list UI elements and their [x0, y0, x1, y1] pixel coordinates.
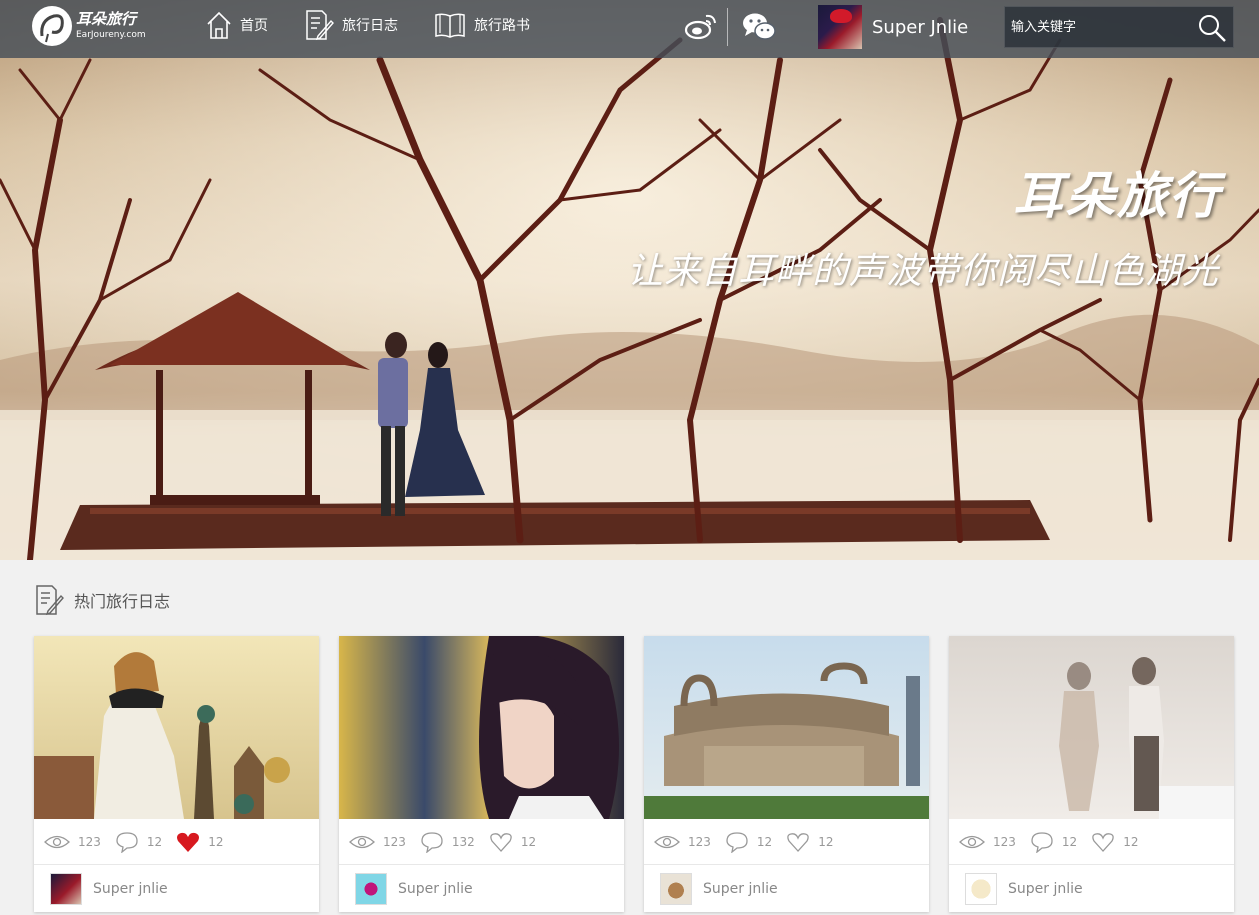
hero-banner: 耳朵旅行 让来自耳畔的声波带你阅尽山色湖光 [0, 0, 1259, 560]
comment-count[interactable]: 12 [1030, 831, 1077, 853]
site-logo[interactable]: 耳朵旅行 EarJoureny.com [32, 4, 146, 48]
heart-outline-icon [490, 832, 512, 852]
card-stats: 123 12 12 [949, 819, 1234, 865]
wechat-icon [743, 13, 776, 40]
top-navigation-bar: 耳朵旅行 EarJoureny.com 首页 旅行日志 旅行路书 Super J… [0, 0, 1259, 58]
view-count[interactable]: 123 [349, 834, 406, 850]
author-name: Super jnlie [703, 880, 778, 897]
like-button[interactable]: 12 [1091, 831, 1138, 853]
eye-icon [654, 835, 680, 848]
heart-outline-icon [787, 832, 809, 852]
card-stats: 123 12 12 [644, 819, 929, 865]
section-header: 热门旅行日志 [34, 584, 170, 616]
comment-count[interactable]: 12 [115, 831, 162, 853]
view-count[interactable]: 123 [44, 834, 101, 850]
author-name: Super jnlie [398, 880, 473, 897]
nav-item-roadbook[interactable]: 旅行路书 [434, 8, 530, 42]
heart-outline-icon [1092, 832, 1114, 852]
comment-count-value: 12 [146, 834, 163, 849]
nav-item-home[interactable]: 首页 [206, 8, 268, 42]
home-icon [207, 11, 231, 39]
comment-count-value: 12 [1061, 834, 1078, 849]
user-name: Super Jnlie [872, 16, 969, 38]
author-name: Super jnlie [1008, 880, 1083, 897]
author-avatar [965, 872, 997, 905]
wechat-button[interactable] [742, 12, 776, 46]
card-image[interactable] [949, 636, 1234, 819]
view-count-value: 123 [383, 834, 406, 849]
comment-count[interactable]: 132 [420, 831, 475, 853]
like-button[interactable]: 12 [176, 831, 223, 853]
author-avatar [355, 872, 387, 905]
nav-item-journal[interactable]: 旅行日志 [304, 8, 398, 42]
journal-card[interactable]: 123 12 12 Super jnlie [34, 636, 319, 912]
journal-icon [36, 585, 64, 616]
logo-domain: EarJoureny.com [76, 30, 146, 40]
logo-emblem-icon [32, 6, 72, 46]
like-count-value: 12 [208, 834, 224, 849]
book-icon [435, 13, 465, 38]
card-author[interactable]: Super jnlie [339, 865, 624, 912]
nav-item-roadbook-label: 旅行路书 [474, 18, 530, 34]
comment-count-value: 12 [756, 834, 773, 849]
view-count[interactable]: 123 [959, 834, 1016, 850]
heart-filled-icon [177, 832, 200, 852]
search-icon [1199, 15, 1226, 42]
view-count[interactable]: 123 [654, 834, 711, 850]
weibo-icon [684, 14, 716, 40]
hero-title: 耳朵旅行 [1013, 167, 1221, 225]
search-input[interactable] [1011, 7, 1197, 47]
comment-icon [116, 831, 138, 853]
card-author[interactable]: Super jnlie [644, 865, 929, 912]
card-image[interactable] [339, 636, 624, 819]
card-author[interactable]: Super jnlie [34, 865, 319, 912]
author-avatar [50, 872, 82, 905]
section-title: 热门旅行日志 [74, 592, 171, 611]
search-box [1004, 6, 1234, 48]
journal-icon [306, 10, 334, 41]
eye-icon [349, 835, 375, 848]
author-name: Super jnlie [93, 880, 168, 897]
like-count-value: 12 [520, 834, 537, 849]
like-count-value: 12 [818, 834, 834, 849]
comment-icon [1031, 831, 1053, 853]
user-avatar [818, 5, 862, 49]
eye-icon [44, 835, 70, 848]
nav-divider [727, 8, 728, 46]
nav-item-home-label: 首页 [240, 18, 268, 34]
comment-count[interactable]: 12 [725, 831, 772, 853]
like-button[interactable]: 12 [489, 831, 536, 853]
view-count-value: 123 [688, 834, 711, 849]
journal-card[interactable]: 123 12 12 Super jnlie [949, 636, 1234, 912]
journal-card[interactable]: 123 12 12 Super jnlie [644, 636, 929, 912]
logo-text: 耳朵旅行 [76, 10, 137, 28]
nav-item-journal-label: 旅行日志 [342, 18, 398, 34]
eye-icon [959, 835, 985, 848]
view-count-value: 123 [78, 834, 101, 849]
hero-subtitle: 让来自耳畔的声波带你阅尽山色湖光 [626, 251, 1219, 292]
card-image[interactable] [34, 636, 319, 819]
journal-card[interactable]: 123 132 12 Super jnlie [339, 636, 624, 912]
like-button[interactable]: 12 [786, 831, 833, 853]
card-stats: 123 12 12 [34, 819, 319, 865]
weibo-button[interactable] [684, 12, 718, 44]
comment-icon [421, 831, 443, 853]
author-avatar [660, 872, 692, 905]
user-profile[interactable]: Super Jnlie [818, 5, 968, 49]
card-author[interactable]: Super jnlie [949, 865, 1234, 912]
like-count-value: 12 [1123, 834, 1139, 849]
comment-icon [726, 831, 748, 853]
search-button[interactable] [1197, 13, 1227, 43]
card-stats: 123 132 12 [339, 819, 624, 865]
comment-count-value: 132 [451, 834, 475, 849]
card-image[interactable] [644, 636, 929, 819]
view-count-value: 123 [993, 834, 1016, 849]
